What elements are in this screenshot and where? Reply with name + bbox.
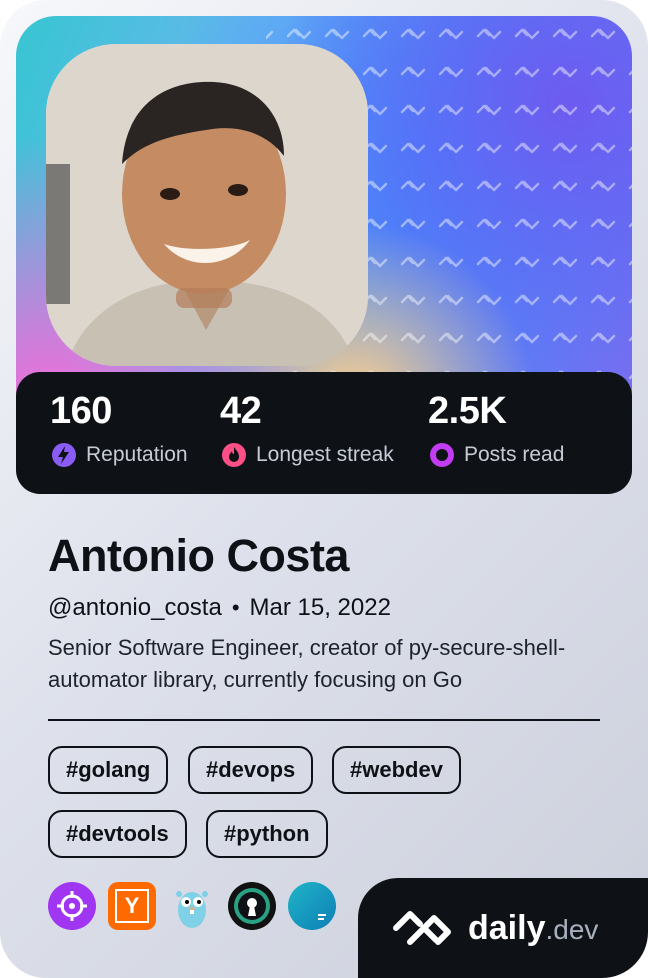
brand-suffix: .dev [545, 913, 599, 945]
tag-devtools[interactable]: #devtools [48, 810, 187, 858]
stat-label: Posts read [464, 443, 565, 466]
badge-list: Y [48, 882, 336, 930]
profile-bio: Senior Software Engineer, creator of py-… [48, 635, 566, 692]
tag-webdev[interactable]: #webdev [332, 746, 461, 794]
stat-label-row: Reputation [50, 441, 188, 469]
tag-devops[interactable]: #devops [188, 746, 314, 794]
tag-golang[interactable]: #golang [48, 746, 169, 794]
gradient-circle-icon[interactable] [288, 882, 336, 930]
crosshair-icon[interactable] [48, 882, 96, 930]
daily-dev-brand[interactable]: daily.dev [358, 878, 648, 978]
flame-icon [222, 443, 246, 467]
avatar [46, 44, 368, 366]
avatar-photo [46, 44, 368, 366]
stat-label: Reputation [86, 443, 188, 466]
profile-handle[interactable]: @antonio_costa [48, 594, 222, 622]
brand-wordmark: daily.dev [468, 909, 598, 948]
stat-longest-streak: 42 Longest streak [220, 390, 394, 469]
lightning-icon [52, 443, 76, 467]
y-letter-icon[interactable]: Y [108, 882, 156, 930]
stat-reputation: 160 Reputation [50, 390, 188, 469]
profile-meta: @antonio_costa • Mar 15, 2022 [48, 594, 391, 622]
stat-value: 42 [220, 390, 262, 432]
gopher-icon[interactable] [168, 882, 216, 930]
profile-card: 160 Reputation 42 Longest streak 2.5K Po… [0, 0, 648, 978]
brand-name: daily [468, 908, 546, 947]
stat-value: 2.5K [428, 390, 507, 432]
profile-name: Antonio Costa [48, 530, 349, 581]
stats-bar: 160 Reputation 42 Longest streak 2.5K Po… [16, 372, 632, 494]
daily-dev-logo-icon [393, 911, 451, 945]
stat-label: Longest streak [256, 443, 394, 466]
eye-ring-icon [430, 443, 454, 467]
stat-value: 160 [50, 390, 112, 432]
divider [48, 719, 600, 721]
meta-separator: • [231, 595, 240, 620]
keyhole-icon[interactable] [228, 882, 276, 930]
stat-label-row: Longest streak [220, 441, 394, 469]
stat-label-row: Posts read [428, 441, 564, 469]
joined-date: Mar 15, 2022 [249, 594, 391, 621]
stat-posts-read: 2.5K Posts read [428, 390, 564, 469]
tag-python[interactable]: #python [206, 810, 328, 858]
